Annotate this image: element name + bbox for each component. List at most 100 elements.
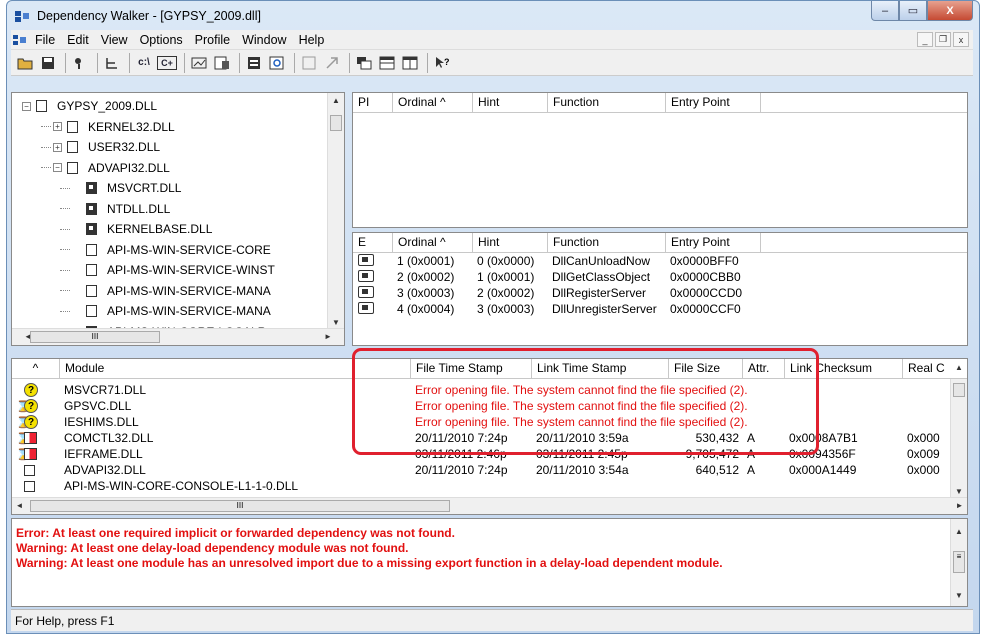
copy-icon[interactable] [70,53,90,73]
title-bar[interactable]: Dependency Walker - [GYPSY_2009.dll] – ▭… [7,1,979,31]
full-paths-icon[interactable]: c:\ [134,53,154,73]
module-row[interactable]: ⌛? IESHIMS.DLL Error opening file. The s… [12,414,967,430]
find-icon[interactable] [267,53,287,73]
module-row[interactable]: ⌛ IEFRAME.DLL 03/11/2011 2:46p 03/11/201… [12,446,967,462]
link-time-stamp [532,478,669,494]
export-ordinal: 3 (0x0003) [397,286,455,300]
module-row[interactable]: ? MSVCR71.DLL Error opening file. The sy… [12,382,967,398]
tree-horizontal-scrollbar[interactable]: ◄ III ► [12,328,344,345]
tree-vertical-scrollbar[interactable]: ▲ ▼ [327,93,344,330]
mdi-restore-button[interactable]: ❐ [935,32,951,47]
menu-view[interactable]: View [95,33,134,47]
child-window-icon[interactable] [11,34,29,46]
col-link-time-stamp[interactable]: Link Time Stamp [532,359,669,378]
c-function-icon [358,254,374,266]
tree-item[interactable]: − ADVAPI32.DLL [12,158,344,179]
collapse-icon[interactable]: − [22,101,31,111]
cascade-icon[interactable] [354,53,374,73]
col-link-checksum[interactable]: Link Checksum [785,359,903,378]
module-tree-pane[interactable]: − GYPSY_2009.DLL + KERNEL32.DLL + USER32.DLL −… [11,92,345,346]
imports-pane[interactable]: PI Ordinal ^ Hint Function Entry Point [352,92,968,228]
col-e[interactable]: E [353,233,393,252]
module-row[interactable]: API-MS-WIN-CORE-CONSOLE-L1-1-0.DLL [12,478,967,494]
maximize-button[interactable]: ▭ [899,1,927,21]
menu-profile[interactable]: Profile [189,33,236,47]
col-attr[interactable]: Attr. [743,359,785,378]
file-time-stamp: 20/11/2010 7:24p [415,431,508,445]
expand-icon[interactable]: + [53,122,62,132]
module-scroll-thumb[interactable]: III [30,500,450,512]
autoexpand-icon[interactable] [189,53,209,73]
tree-item[interactable]: KERNELBASE.DLL [12,219,344,240]
missing-module-icon: ? [24,415,38,429]
col-ordinal[interactable]: Ordinal ^ [393,93,473,112]
menu-help[interactable]: Help [293,33,331,47]
exports-pane[interactable]: E Ordinal ^ Hint Function Entry Point 1 … [352,232,968,346]
col-hint[interactable]: Hint [473,233,548,252]
highlight-icon[interactable] [299,53,319,73]
col-function[interactable]: Function [548,93,666,112]
mdi-minimize-button[interactable]: _ [917,32,933,47]
export-entry-point: 0x0000CCD0 [670,286,743,300]
col-file-time-stamp[interactable]: File Time Stamp [411,359,532,378]
tree-connector [60,228,70,230]
log-pane[interactable]: Error: At least one required implicit or… [11,518,968,607]
export-row[interactable]: 1 (0x0001) 0 (0x0000) DllCanUnloadNow 0x… [353,253,967,269]
col-sort[interactable]: ^ [12,359,60,378]
export-function: DllGetClassObject [552,270,651,284]
menu-window[interactable]: Window [236,33,292,47]
properties-icon[interactable] [212,53,232,73]
export-row[interactable]: 2 (0x0002) 1 (0x0001) DllGetClassObject … [353,269,967,285]
undecorate-cpp-icon[interactable]: C+ [157,55,177,70]
tree-item[interactable]: MSVCRT.DLL [12,178,344,199]
col-file-size[interactable]: File Size [669,359,743,378]
module-horizontal-scrollbar[interactable]: ◄ III ► [12,497,967,514]
module-name: API-MS-WIN-CORE-CONSOLE-L1-1-0.DLL [64,479,299,493]
col-ordinal[interactable]: Ordinal ^ [393,233,473,252]
tree-item[interactable]: + KERNEL32.DLL [12,117,344,138]
tree-icon[interactable] [102,53,122,73]
tree-item[interactable]: + USER32.DLL [12,137,344,158]
open-folder-icon[interactable] [15,53,35,73]
context-help-icon[interactable]: ? [432,53,452,73]
minimize-button[interactable]: – [871,1,899,21]
export-row[interactable]: 3 (0x0003) 2 (0x0002) DllRegisterServer … [353,285,967,301]
real-checksum: 0x000 [907,463,940,477]
col-function[interactable]: Function [548,233,666,252]
col-hint[interactable]: Hint [473,93,548,112]
delay-load-icon: ⌛ [16,432,30,445]
tree-item[interactable]: API-MS-WIN-SERVICE-MANA [12,301,344,322]
log-vertical-scrollbar[interactable]: ▲ ≡ ▼ [950,519,967,606]
export-hint: 0 (0x0000) [477,254,535,268]
tree-item[interactable]: NTDLL.DLL [12,199,344,220]
menu-file[interactable]: File [29,33,61,47]
save-icon[interactable] [38,53,58,73]
mdi-close-button[interactable]: x [953,32,969,47]
menu-options[interactable]: Options [134,33,189,47]
collapse-icon[interactable]: − [53,163,62,173]
col-entry-point[interactable]: Entry Point [666,233,761,252]
expand-icon[interactable]: + [53,142,62,152]
module-list-icon[interactable] [244,53,264,73]
tree-item[interactable]: API-MS-WIN-SERVICE-MANA [12,281,344,302]
module-row[interactable]: ⌛ COMCTL32.DLL 20/11/2010 7:24p 20/11/20… [12,430,967,446]
module-row[interactable]: ⌛? GPSVC.DLL Error opening file. The sys… [12,398,967,414]
module-row[interactable]: ADVAPI32.DLL 20/11/2010 7:24p 20/11/2010… [12,462,967,478]
tree-item[interactable]: API-MS-WIN-SERVICE-CORE [12,240,344,261]
close-button[interactable]: X [927,1,973,21]
menu-edit[interactable]: Edit [61,33,95,47]
tree-item[interactable]: API-MS-WIN-SERVICE-WINST [12,260,344,281]
export-function: DllRegisterServer [552,286,647,300]
tile-vertical-icon[interactable] [400,53,420,73]
external-viewer-icon[interactable] [322,53,342,73]
tree-scroll-thumb[interactable]: III [30,331,160,343]
module-vertical-scrollbar[interactable]: ▲ ▼ [950,363,967,499]
col-module[interactable]: Module [60,359,411,378]
export-function: DllUnregisterServer [552,302,657,316]
col-entry-point[interactable]: Entry Point [666,93,761,112]
export-row[interactable]: 4 (0x0004) 3 (0x0003) DllUnregisterServe… [353,301,967,317]
tree-item[interactable]: − GYPSY_2009.DLL [12,96,344,117]
col-pi[interactable]: PI [353,93,393,112]
tile-horizontal-icon[interactable] [377,53,397,73]
module-list-pane[interactable]: ^ Module File Time Stamp Link Time Stamp… [11,358,968,515]
